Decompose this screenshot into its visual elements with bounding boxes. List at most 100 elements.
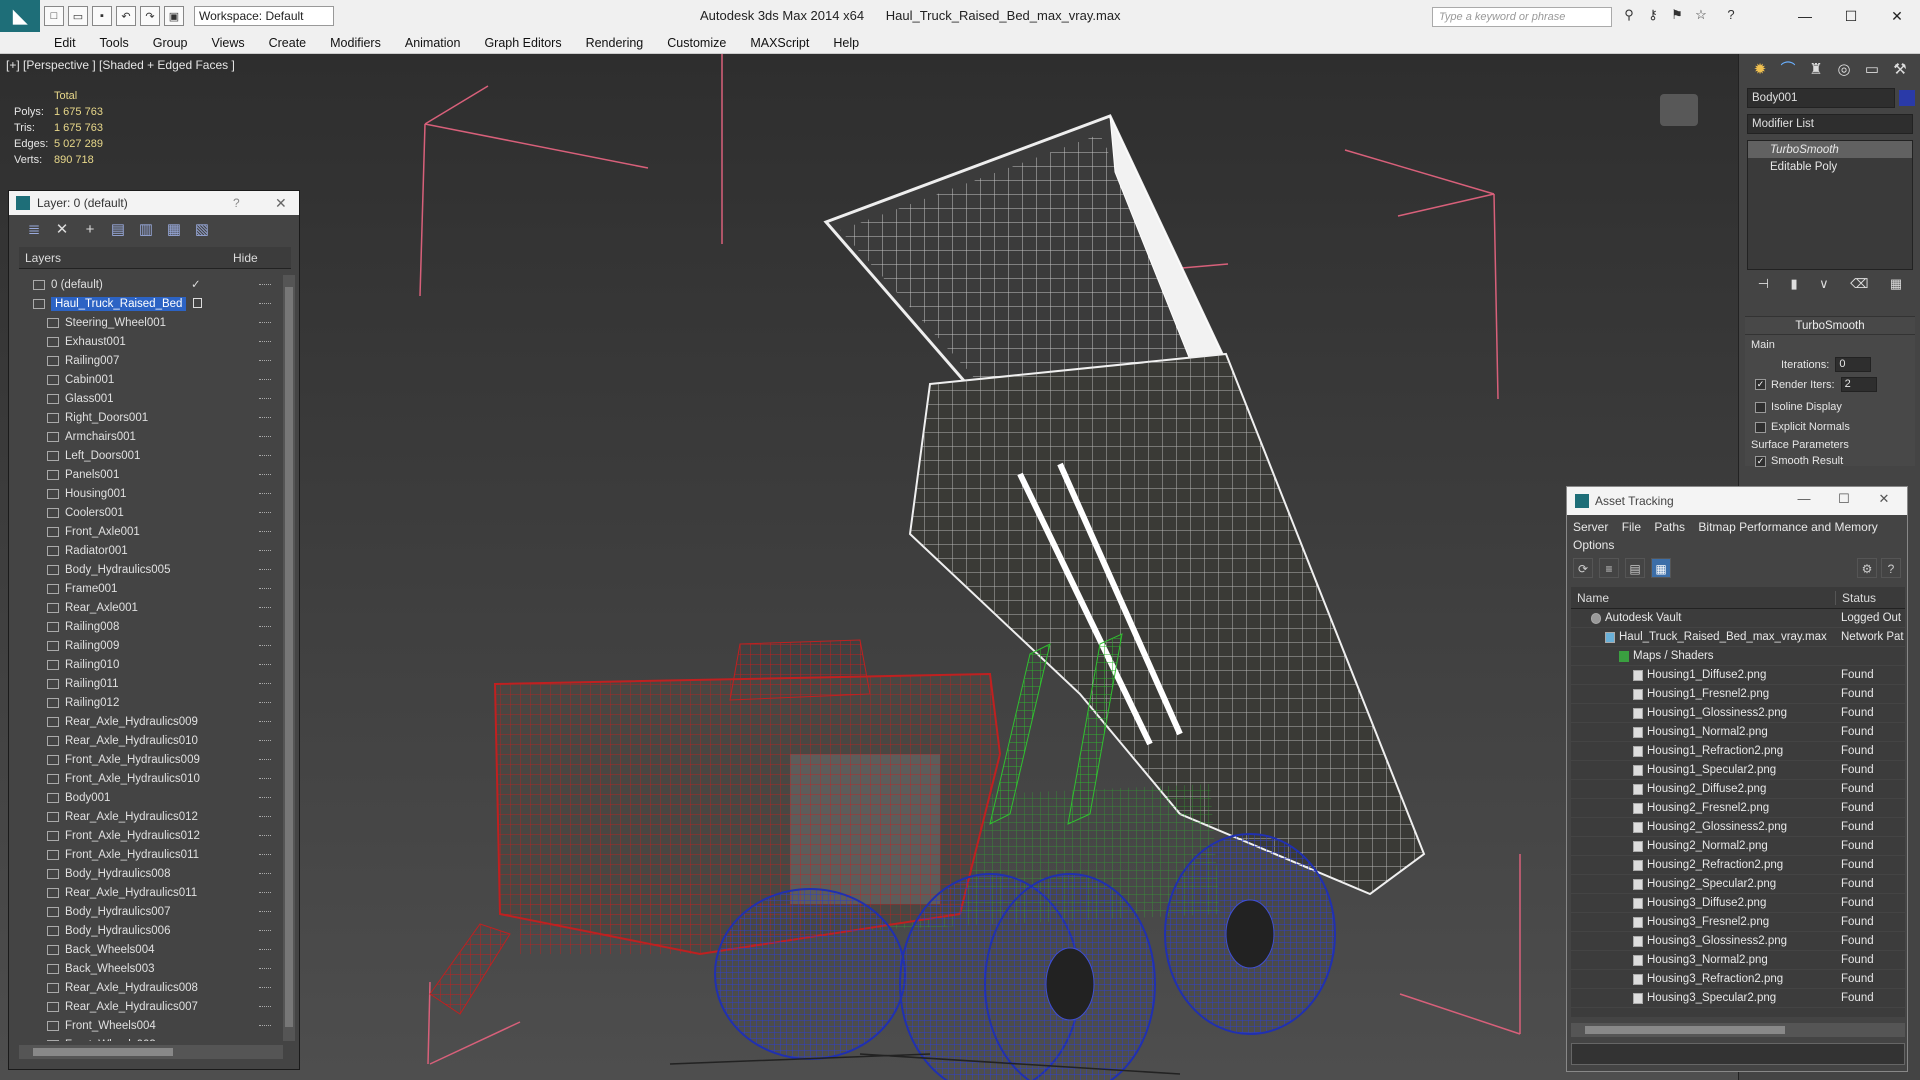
render-iters-spinner[interactable]: 2 xyxy=(1840,377,1877,392)
layer-row[interactable]: Railing009 xyxy=(19,636,281,655)
asset-row[interactable]: Housing3_Diffuse2.png Found xyxy=(1571,894,1905,913)
undo-icon[interactable]: ↶ xyxy=(116,6,136,26)
asset-row[interactable]: Housing3_Fresnel2.png Found xyxy=(1571,913,1905,932)
hide-toggle[interactable] xyxy=(259,854,271,856)
key-icon[interactable]: ⚷ xyxy=(1644,7,1662,25)
hide-toggle[interactable] xyxy=(259,968,271,970)
hide-toggle[interactable] xyxy=(259,455,271,457)
layer-row[interactable]: Rear_Axle_Hydraulics008 xyxy=(19,978,281,997)
hierarchy-tab-icon[interactable]: ♜ xyxy=(1803,58,1829,82)
layer-row[interactable]: Front_Axle_Hydraulics010 xyxy=(19,769,281,788)
workspace-select[interactable]: Workspace: Default xyxy=(194,6,334,26)
layer-row[interactable]: Railing012 xyxy=(19,693,281,712)
asset-tracking-titlebar[interactable]: Asset Tracking — ☐ ✕ xyxy=(1567,487,1907,515)
layers-column-header[interactable]: Layers xyxy=(19,251,233,265)
layer-row[interactable]: Railing011 xyxy=(19,674,281,693)
hide-toggle[interactable] xyxy=(259,759,271,761)
hide-toggle[interactable] xyxy=(259,949,271,951)
hide-toggle[interactable] xyxy=(259,816,271,818)
make-unique-icon[interactable]: ∨ xyxy=(1819,276,1829,298)
asset-menu-options[interactable]: Options xyxy=(1573,538,1614,552)
asset-row[interactable]: Autodesk Vault Logged Out xyxy=(1571,609,1905,628)
asset-maximize-icon[interactable]: ☐ xyxy=(1829,491,1859,511)
asset-row[interactable]: Housing3_Refraction2.png Found xyxy=(1571,970,1905,989)
menu-rendering[interactable]: Rendering xyxy=(586,36,644,50)
pin-stack-icon[interactable]: ⊣ xyxy=(1758,276,1769,298)
menu-customize[interactable]: Customize xyxy=(667,36,726,50)
asset-settings-icon[interactable]: ⚙ xyxy=(1857,558,1877,578)
asset-row[interactable]: Housing1_Normal2.png Found xyxy=(1571,723,1905,742)
help-icon[interactable]: ? xyxy=(1722,7,1740,25)
hide-toggle[interactable] xyxy=(259,417,271,419)
viewport-label[interactable]: [+] [Perspective ] [Shaded + Edged Faces… xyxy=(6,58,235,72)
hide-toggle[interactable] xyxy=(259,322,271,324)
layer-help-button[interactable]: ? xyxy=(233,196,240,210)
hide-toggle[interactable] xyxy=(259,911,271,913)
asset-row[interactable]: Housing1_Refraction2.png Found xyxy=(1571,742,1905,761)
asset-row[interactable]: Housing2_Normal2.png Found xyxy=(1571,837,1905,856)
asset-row[interactable]: Housing1_Diffuse2.png Found xyxy=(1571,666,1905,685)
layer-row[interactable]: Cabin001 xyxy=(19,370,281,389)
render-iters-checkbox[interactable]: ✓ xyxy=(1755,379,1766,390)
layer-row[interactable]: Body_Hydraulics008 xyxy=(19,864,281,883)
hide-toggle[interactable] xyxy=(259,607,271,609)
asset-menu-paths[interactable]: Paths xyxy=(1654,520,1685,534)
smooth-result-checkbox[interactable]: ✓ xyxy=(1755,455,1766,467)
connect-icon[interactable]: ⚑ xyxy=(1668,7,1686,25)
hide-toggle[interactable] xyxy=(259,664,271,666)
layer-row[interactable]: Front_Wheels004 xyxy=(19,1016,281,1035)
layer-row[interactable]: Haul_Truck_Raised_Bed xyxy=(19,294,281,313)
asset-row[interactable]: Housing3_Normal2.png Found xyxy=(1571,951,1905,970)
hide-toggle[interactable] xyxy=(259,379,271,381)
search-input[interactable]: Type a keyword or phrase xyxy=(1432,7,1612,27)
hide-column-header[interactable]: Hide xyxy=(233,251,263,265)
name-column-header[interactable]: Name xyxy=(1571,591,1835,605)
object-name-field[interactable]: Body001 xyxy=(1747,88,1895,108)
add-to-layer-icon[interactable]: ▤ xyxy=(107,219,129,241)
hide-toggle[interactable] xyxy=(259,892,271,894)
layer-row[interactable]: Front_Axle_Hydraulics009 xyxy=(19,750,281,769)
layer-row[interactable]: Body_Hydraulics007 xyxy=(19,902,281,921)
status-column-header[interactable]: Status xyxy=(1835,590,1905,605)
menu-graph-editors[interactable]: Graph Editors xyxy=(484,36,561,50)
new-file-icon[interactable]: □ xyxy=(44,6,64,26)
layer-row[interactable]: Front_Axle_Hydraulics011 xyxy=(19,845,281,864)
hide-toggle[interactable] xyxy=(259,512,271,514)
hide-toggle[interactable] xyxy=(259,360,271,362)
isoline-checkbox[interactable] xyxy=(1755,401,1766,413)
minimize-icon[interactable]: — xyxy=(1782,0,1828,32)
active-layer-check-icon[interactable]: ✓ xyxy=(191,277,201,291)
asset-row[interactable]: Housing2_Specular2.png Found xyxy=(1571,875,1905,894)
layer-row[interactable]: Left_Doors001 xyxy=(19,446,281,465)
layer-row[interactable]: Frame001 xyxy=(19,579,281,598)
select-in-layer-icon[interactable]: ▥ xyxy=(135,219,157,241)
hide-toggle[interactable] xyxy=(259,740,271,742)
favorite-star-icon[interactable]: ☆ xyxy=(1692,7,1710,25)
turbosmooth-title[interactable]: TurboSmooth xyxy=(1745,317,1915,335)
hide-toggle[interactable] xyxy=(259,702,271,704)
hide-toggle[interactable] xyxy=(259,778,271,780)
menu-help[interactable]: Help xyxy=(833,36,859,50)
layer-row[interactable]: Body_Hydraulics006 xyxy=(19,921,281,940)
hide-toggle[interactable] xyxy=(259,987,271,989)
hide-toggle[interactable] xyxy=(259,683,271,685)
layer-row[interactable]: Front_Axle001 xyxy=(19,522,281,541)
layer-row[interactable]: Rear_Axle001 xyxy=(19,598,281,617)
layer-row[interactable]: Radiator001 xyxy=(19,541,281,560)
detail-view-icon[interactable]: ▤ xyxy=(1625,558,1645,578)
menu-create[interactable]: Create xyxy=(269,36,307,50)
hide-toggle[interactable] xyxy=(259,398,271,400)
stack-item-turbosmooth[interactable]: TurboSmooth xyxy=(1748,141,1912,158)
asset-row[interactable]: Haul_Truck_Raised_Bed_max_vray.max Networ… xyxy=(1571,628,1905,647)
asset-row[interactable]: Housing1_Fresnel2.png Found xyxy=(1571,685,1905,704)
menu-edit[interactable]: Edit xyxy=(54,36,76,50)
hide-toggle[interactable] xyxy=(259,550,271,552)
asset-row[interactable]: Housing2_Fresnel2.png Found xyxy=(1571,799,1905,818)
menu-maxscript[interactable]: MAXScript xyxy=(750,36,809,50)
maximize-icon[interactable]: ☐ xyxy=(1828,0,1874,32)
hide-toggle[interactable] xyxy=(259,835,271,837)
hide-toggle[interactable] xyxy=(259,645,271,647)
menu-group[interactable]: Group xyxy=(153,36,188,50)
layer-row[interactable]: Rear_Axle_Hydraulics007 xyxy=(19,997,281,1016)
redo-icon[interactable]: ↷ xyxy=(140,6,160,26)
